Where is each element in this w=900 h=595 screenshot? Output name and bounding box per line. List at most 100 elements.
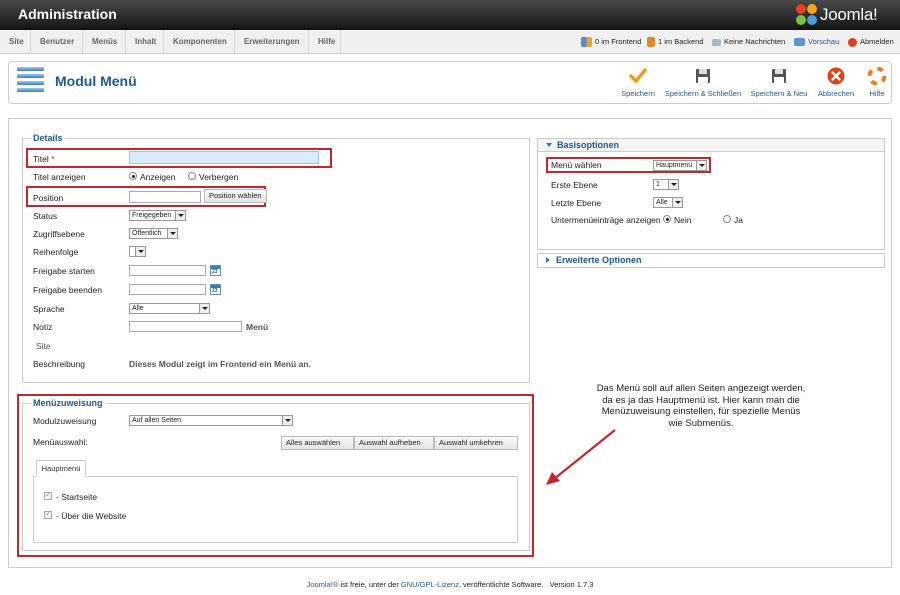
save-new-button[interactable]: Speichern & Neu [749, 67, 809, 98]
publish-up-input[interactable] [129, 265, 206, 276]
show-submenu-label: Untermenüeinträge anzeigen [551, 215, 661, 225]
tab-hauptmenu[interactable]: Hauptmenü [36, 460, 86, 477]
menu-help[interactable]: Hilfe [309, 30, 341, 54]
app-title: Administration [18, 6, 117, 22]
show-title-no-radio[interactable] [188, 172, 196, 180]
publish-down-label: Freigabe beenden [33, 285, 103, 295]
preview-link[interactable]: Vorschau [794, 30, 839, 54]
end-level-label: Letzte Ebene [551, 198, 602, 208]
description-text: Dieses Modul zeigt im Frontend ein Menü … [129, 359, 311, 369]
menu-users[interactable]: Benutzer [31, 30, 83, 54]
order-select[interactable] [129, 246, 146, 257]
calendar-icon[interactable]: 23 [210, 284, 221, 295]
menu-menus[interactable]: Menüs [83, 30, 126, 54]
cancel-button[interactable]: Abbrechen [815, 67, 857, 98]
close-icon [827, 67, 845, 85]
status-label: Status [33, 211, 58, 221]
chevron-down-icon [696, 161, 706, 170]
end-level-select[interactable]: Alle [653, 197, 683, 208]
floppy-disk-icon [770, 67, 788, 85]
publish-down-input[interactable] [129, 284, 206, 295]
language-select[interactable]: Alle [129, 303, 210, 314]
module-assignment-select[interactable]: Auf allen Seiten [129, 415, 293, 426]
license-link[interactable]: GNU/GPL-Lizenz [401, 580, 459, 589]
start-level-label: Erste Ebene [551, 180, 598, 190]
chevron-down-icon [199, 304, 209, 313]
status-frontend[interactable]: 0 im Frontend [581, 30, 641, 54]
access-select[interactable]: Öffentlich [129, 228, 178, 239]
position-select-button[interactable]: Position wählen [204, 189, 267, 203]
chevron-down-icon [668, 180, 678, 189]
menu-site[interactable]: Site [0, 30, 31, 54]
page-title: Modul Menü [55, 73, 137, 89]
chevron-down-icon [546, 143, 552, 147]
menu-components[interactable]: Komponenten [164, 30, 235, 54]
version-text: Version 1.7.3 [549, 580, 594, 589]
show-title-yes-label: Anzeigen [140, 172, 176, 182]
help-button[interactable]: Hilfe [864, 66, 890, 98]
order-label: Reihenfolge [33, 247, 79, 257]
module-menu-icon [17, 67, 44, 97]
select-all-button[interactable]: Alles auswählen [281, 436, 354, 450]
joomla-link[interactable]: Joomla!® [307, 580, 339, 589]
annotation-arrow [546, 429, 616, 485]
site-text: Site [36, 341, 51, 351]
lifebuoy-icon [867, 66, 887, 86]
language-label: Sprache [33, 304, 65, 314]
main-menu-bar: Site Benutzer Menüs Inhalt Komponenten E… [0, 30, 900, 54]
user-icon [647, 37, 655, 47]
save-button[interactable]: Speichern [619, 67, 657, 98]
publish-up-label: Freigabe starten [33, 266, 95, 276]
position-input[interactable] [129, 191, 201, 203]
details-legend: Details [31, 133, 65, 143]
menu-content[interactable]: Inhalt [126, 30, 164, 54]
monitor-icon [794, 38, 805, 46]
show-title-no-label: Verbergen [199, 172, 239, 182]
calendar-icon[interactable]: 23 [210, 265, 221, 276]
admin-header-bar [0, 0, 900, 30]
menu-extensions[interactable]: Erweiterungen [235, 30, 309, 54]
menu-selection-label: Menüauswahl: [33, 437, 88, 447]
assignment-legend: Menüzuweisung [31, 398, 105, 408]
menu-items-panel [33, 476, 518, 543]
envelope-icon [712, 38, 721, 46]
save-close-button[interactable]: Speichern & Schließen [663, 67, 743, 98]
details-fieldset [22, 138, 530, 383]
joomla-logo-text: Joomla! [820, 5, 878, 24]
joomla-flower-icon [796, 4, 818, 26]
startseite-checkbox[interactable] [44, 490, 52, 500]
invert-selection-button[interactable]: Auswahl umkehren [434, 436, 518, 450]
note-label: Notiz [33, 322, 53, 332]
joomla-logo: Joomla! [796, 3, 878, 27]
startseite-label: - Startseite [56, 492, 98, 502]
submenu-no-radio[interactable] [663, 215, 671, 223]
chevron-down-icon [175, 211, 185, 220]
title-input[interactable] [129, 151, 319, 164]
chevron-down-icon [167, 229, 177, 238]
checkmark-icon [629, 67, 647, 85]
menu-select-label: Menü wählen [551, 160, 602, 170]
submenu-yes-radio[interactable] [723, 215, 731, 223]
show-title-yes-radio[interactable] [129, 172, 137, 180]
note-input[interactable] [129, 321, 242, 332]
status-select[interactable]: Freigegeben [129, 210, 186, 221]
basic-options-header[interactable]: Basisoptionen [537, 138, 885, 152]
status-backend[interactable]: 1 im Backend [647, 30, 703, 54]
clear-selection-button[interactable]: Auswahl aufheben [354, 436, 434, 450]
position-label: Position [33, 193, 64, 203]
users-icon [581, 37, 592, 47]
chevron-down-icon [135, 247, 145, 256]
logout-link[interactable]: Abmelden [848, 30, 894, 54]
about-checkbox[interactable] [44, 509, 52, 519]
chevron-down-icon [672, 198, 682, 207]
chevron-right-icon [546, 257, 550, 263]
menu-select[interactable]: Hauptmenü [653, 160, 707, 171]
chevron-down-icon [282, 416, 292, 425]
status-messages[interactable]: Keine Nachrichten [712, 30, 785, 54]
floppy-disk-icon [694, 67, 712, 85]
footer: Joomla!® ist freie, unter der GNU/GPL-Li… [306, 580, 594, 589]
submenu-yes-label: Ja [734, 215, 743, 225]
start-level-select[interactable]: 1 [653, 179, 679, 190]
access-label: Zugriffsebene [33, 229, 85, 239]
advanced-options-header[interactable]: Erweiterte Optionen [537, 253, 885, 268]
